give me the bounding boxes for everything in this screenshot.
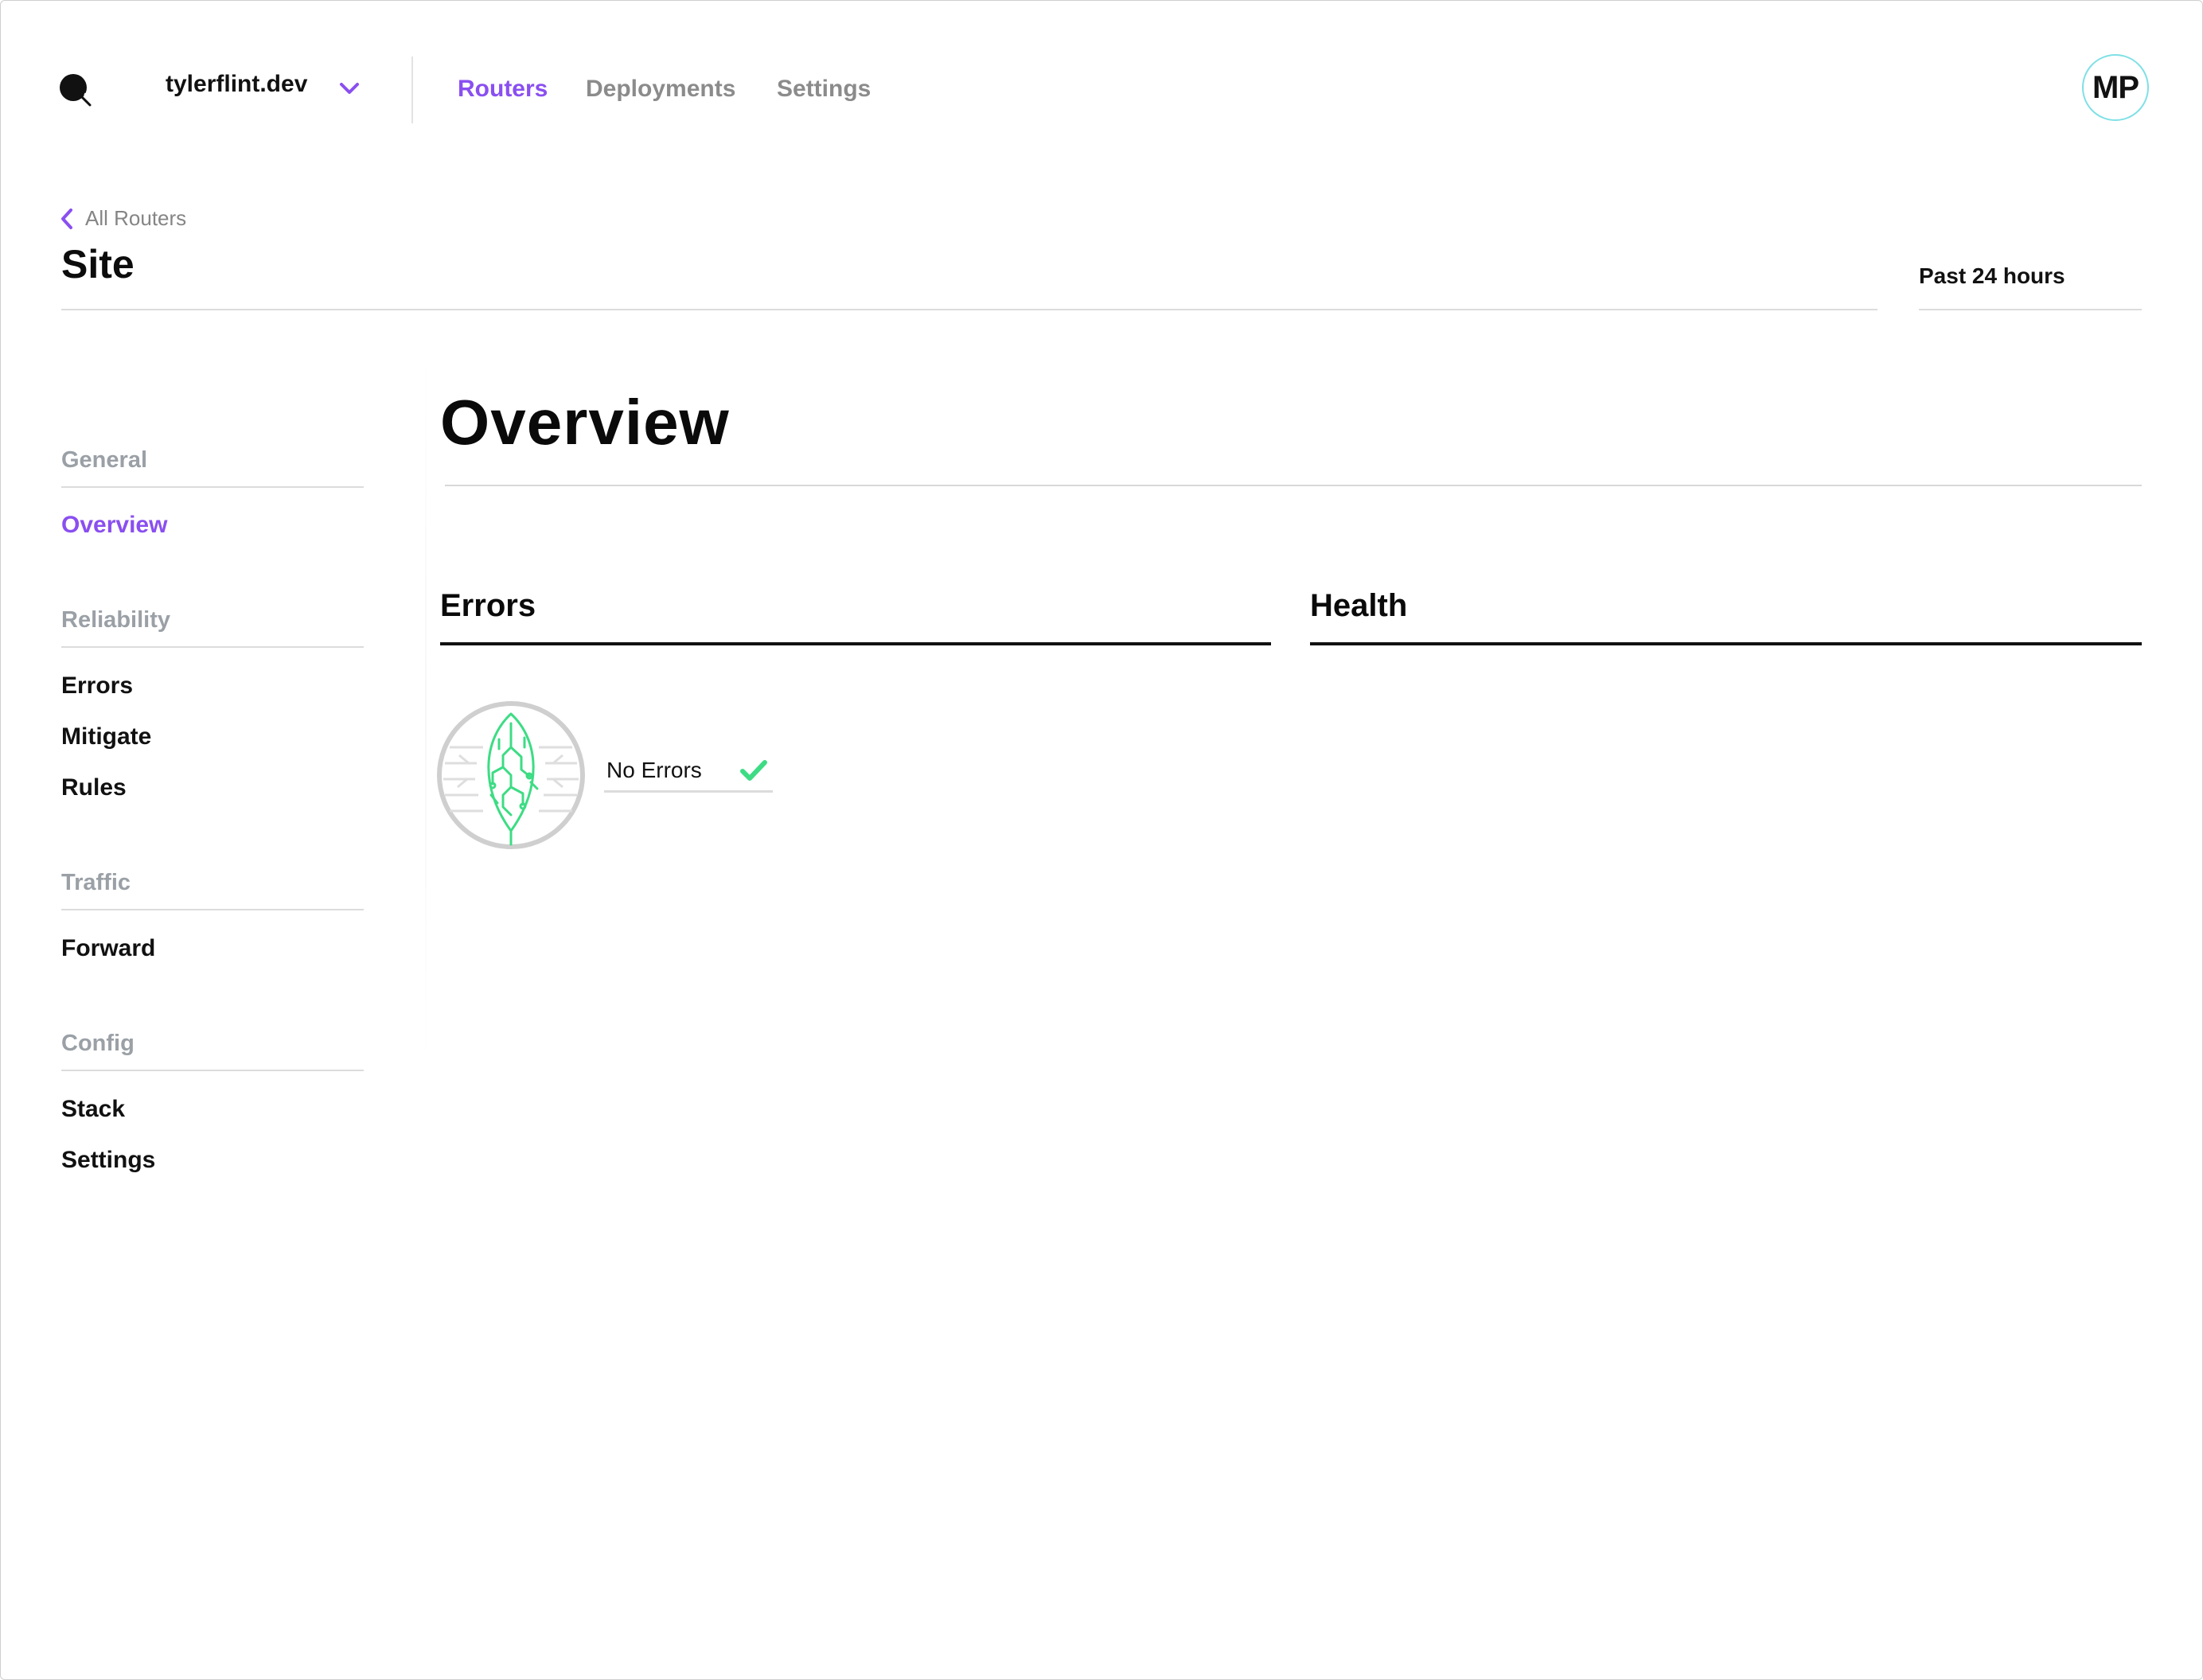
avatar[interactable]: MP <box>2082 54 2149 121</box>
sidebar-divider <box>61 909 364 910</box>
sidebar-item-settings[interactable]: Settings <box>61 1147 155 1174</box>
back-link-label: All Routers <box>85 206 187 230</box>
sidebar-item-overview[interactable]: Overview <box>61 512 167 539</box>
chevron-left-icon <box>61 208 72 229</box>
nav-divider <box>411 57 413 123</box>
errors-panel-rule <box>440 642 1271 645</box>
logo-icon[interactable] <box>58 72 95 109</box>
health-panel-title: Health <box>1310 588 1408 623</box>
sidebar-divider <box>61 486 364 488</box>
errors-status-text: No Errors <box>606 758 702 782</box>
errors-panel-title: Errors <box>440 588 536 623</box>
sidebar-edge <box>425 351 427 1067</box>
time-range-underline <box>1919 309 2142 310</box>
section-heading: Overview <box>440 387 730 458</box>
section-divider <box>445 485 2142 486</box>
nav-deployments[interactable]: Deployments <box>586 76 735 103</box>
check-icon <box>740 760 767 781</box>
sidebar-item-stack[interactable]: Stack <box>61 1096 125 1123</box>
org-selector[interactable]: tylerflint.dev <box>166 71 307 98</box>
sidebar-group-config: Config <box>61 1031 135 1056</box>
sidebar-item-mitigate[interactable]: Mitigate <box>61 723 151 750</box>
nav-settings[interactable]: Settings <box>777 76 871 103</box>
nav-routers[interactable]: Routers <box>458 76 548 103</box>
sidebar-group-traffic: Traffic <box>61 870 131 895</box>
sidebar-group-general: General <box>61 447 147 473</box>
back-link[interactable]: All Routers <box>60 206 186 231</box>
sidebar-item-rules[interactable]: Rules <box>61 774 127 801</box>
page-title: Site <box>61 242 135 286</box>
chevron-down-icon[interactable] <box>338 80 361 96</box>
sidebar-divider <box>61 646 364 648</box>
health-panel-rule <box>1310 642 2142 645</box>
header-divider <box>61 309 1877 310</box>
time-range-selector[interactable]: Past 24 hours <box>1919 263 2065 289</box>
sidebar-item-errors[interactable]: Errors <box>61 672 133 700</box>
sidebar-group-reliability: Reliability <box>61 607 170 633</box>
app-window: tylerflint.dev Routers Deployments Setti… <box>0 0 2203 1680</box>
sidebar-divider <box>61 1070 364 1071</box>
sidebar-item-forward[interactable]: Forward <box>61 935 155 962</box>
leaf-circuit-icon <box>437 701 585 849</box>
errors-status-underline <box>604 790 773 793</box>
